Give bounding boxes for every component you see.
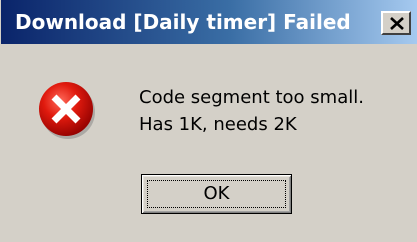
close-button[interactable] <box>381 11 411 35</box>
message-line-2: Has 1K, needs 2K <box>139 114 297 135</box>
error-message: Code segment too small. Has 1K, needs 2K <box>139 84 364 138</box>
ok-button[interactable]: OK <box>141 174 292 214</box>
error-icon <box>39 82 95 139</box>
close-icon <box>390 17 404 30</box>
ok-button-label: OK <box>203 183 230 204</box>
title-bar[interactable]: Download [Daily timer] Failed <box>1 0 417 44</box>
message-line-1: Code segment too small. <box>139 87 364 108</box>
window-title: Download [Daily timer] Failed <box>15 10 351 34</box>
error-dialog: Download [Daily timer] Failed Code segme… <box>0 0 417 242</box>
